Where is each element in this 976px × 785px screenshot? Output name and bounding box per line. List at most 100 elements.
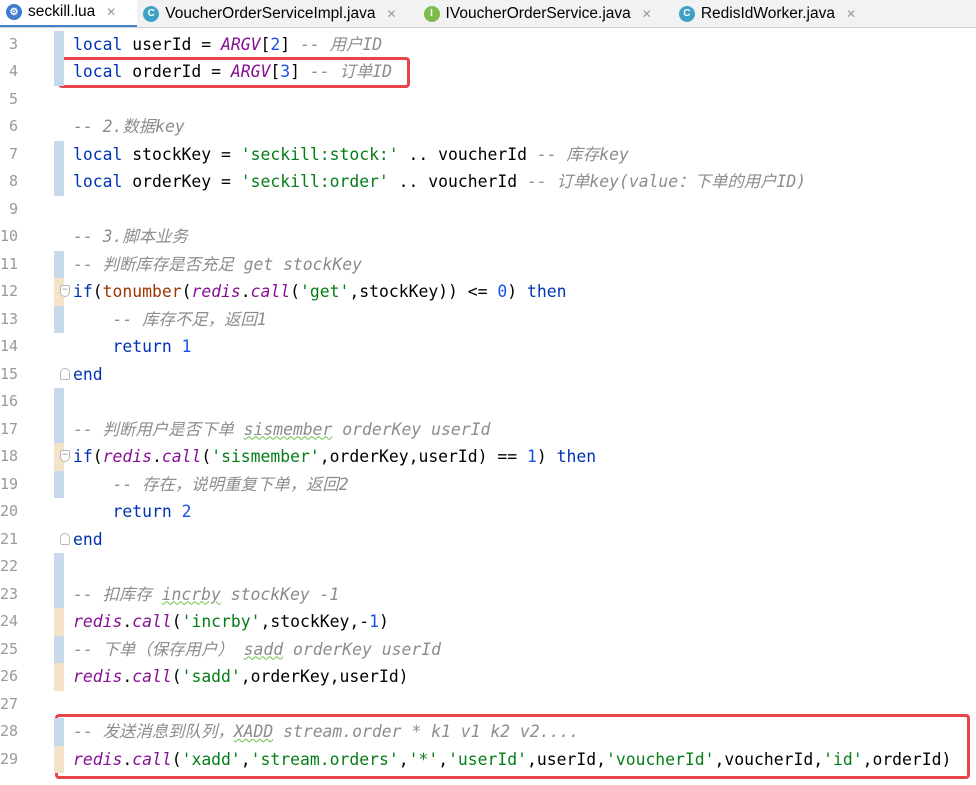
code-line[interactable]: 7 local stockKey = 'seckill:stock:' .. vo… [0, 140, 976, 168]
code-token: orderKey userId [332, 419, 491, 439]
code-line[interactable]: 4 local orderId = ARGV[3] -- 订单ID [0, 58, 976, 86]
close-icon[interactable]: ✕ [846, 7, 856, 21]
code-token: ,stockKey)) <= [349, 282, 498, 301]
code-token: userId = [132, 34, 222, 54]
code-token: 'xadd' [181, 749, 241, 769]
vcs-change-marker[interactable] [54, 635, 64, 663]
vcs-change-marker[interactable] [54, 305, 64, 333]
code-token: local [73, 62, 133, 81]
tab-voucherorderserviceimpl-java[interactable]: C VoucherOrderServiceImpl.java ✕ [137, 0, 417, 27]
code-line[interactable]: 20 return 2 [0, 498, 976, 526]
fold-icon[interactable]: − [60, 285, 70, 297]
close-icon[interactable]: ✕ [642, 7, 652, 21]
code-line[interactable]: 5 [0, 86, 976, 114]
vcs-change-marker[interactable] [54, 58, 64, 86]
code-line[interactable]: 12− if(tonumber(redis.call('get',stockKey… [0, 278, 976, 306]
close-icon[interactable]: ✕ [386, 7, 396, 21]
code-text: redis.call('xadd','stream.orders','*','u… [73, 746, 951, 774]
vcs-change-marker[interactable] [54, 250, 64, 278]
code-line[interactable]: 21 end [0, 526, 976, 554]
code-token: 'incrby' [181, 612, 261, 631]
code-token: -- 用户ID [300, 34, 383, 54]
vcs-change-marker[interactable] [54, 470, 64, 498]
vcs-change-marker[interactable] [54, 415, 64, 443]
code-token: sadd [243, 639, 284, 659]
code-text: end [73, 526, 103, 554]
code-token: -- 扣库存 [73, 584, 162, 604]
line-number: 16 [0, 392, 19, 410]
code-line[interactable]: 18− if(redis.call('sismember',orderKey,us… [0, 443, 976, 471]
code-line[interactable]: 13 -- 库存不足，返回1 [0, 305, 976, 333]
code-line[interactable]: 17 -- 判断用户是否下单 sismember orderKey userId [0, 415, 976, 444]
code-token: ,voucherId, [714, 749, 824, 769]
code-line[interactable]: 24 redis.call('incrby',stockKey,-1) [0, 608, 976, 636]
code-token: 'voucherId' [605, 749, 715, 769]
tab-seckill-lua[interactable]: ⚙ seckill.lua ✕ [0, 0, 138, 27]
code-token: 3 [280, 62, 291, 81]
fold-icon[interactable]: − [60, 450, 70, 462]
code-line[interactable]: 16 [0, 388, 976, 416]
vcs-change-marker[interactable] [54, 608, 64, 636]
fold-icon[interactable] [60, 367, 70, 380]
code-line[interactable]: 23 -- 扣库存 incrby stockKey -1 [0, 580, 976, 608]
line-number: 17 [0, 419, 19, 438]
code-line[interactable]: 11 -- 判断库存是否充足 get stockKey [0, 250, 976, 278]
code-line[interactable]: 9 [0, 196, 976, 224]
vcs-change-marker[interactable] [54, 553, 64, 581]
code-token: 1 [369, 612, 379, 631]
code-token: ,orderId) [862, 749, 952, 769]
code-token: end [73, 364, 103, 384]
line-number: 11 [0, 254, 19, 273]
code-token: -- 2.数据key [73, 117, 185, 136]
code-token: local [73, 34, 133, 54]
tab-ivoucherorderservice-java[interactable]: I IVoucherOrderService.java ✕ [418, 0, 673, 27]
code-token: 1 [527, 447, 537, 466]
code-line[interactable]: 29 redis.call('xadd','stream.orders','*',… [0, 745, 976, 774]
code-line[interactable]: 10 -- 3.脚本业务 [0, 223, 976, 251]
line-number: 14 [0, 337, 19, 355]
code-token: orderKey = [132, 172, 241, 191]
code-token: if [73, 447, 93, 466]
code-token: redis [73, 749, 123, 769]
code-line[interactable]: 22 [0, 553, 976, 581]
code-token: 1 [181, 337, 192, 356]
code-line[interactable]: 26 redis.call('sadd',orderKey,userId) [0, 663, 976, 691]
code-line[interactable]: 14 return 1 [0, 333, 976, 361]
code-text: -- 2.数据key [73, 113, 185, 141]
tab-redisidworker-java[interactable]: C RedisIdWorker.java ✕ [673, 0, 877, 27]
code-token: ) [507, 282, 528, 301]
vcs-change-marker[interactable] [54, 388, 64, 416]
code-line[interactable]: 25 -- 下单（保存用户） sadd orderKey userId [0, 635, 976, 663]
code-token: tonumber [102, 282, 182, 301]
vcs-change-marker[interactable] [54, 168, 64, 196]
vcs-change-marker[interactable] [54, 30, 64, 58]
code-line[interactable]: 15 end [0, 361, 976, 389]
code-line[interactable]: 19 -- 存在，说明重复下单，返回2 [0, 470, 976, 498]
vcs-change-marker[interactable] [54, 580, 64, 608]
close-icon[interactable]: ✕ [106, 5, 116, 19]
code-token: , [438, 749, 449, 769]
code-token: 'sadd' [181, 667, 241, 686]
code-editor[interactable]: 3 local userId = ARGV[2] -- 用户ID 4 local or… [0, 28, 976, 785]
code-token: -- 判断库存是否充足 get stockKey [73, 254, 363, 274]
code-token: ( [171, 667, 182, 686]
code-token: ) [378, 612, 389, 631]
code-line[interactable]: 8 local orderKey = 'seckill:order' .. vou… [0, 168, 976, 196]
code-token: local [73, 172, 133, 191]
vcs-change-marker[interactable] [54, 140, 64, 168]
code-text: local orderKey = 'seckill:order' .. vouc… [73, 168, 806, 196]
code-text: if(redis.call('sismember',orderKey,userI… [73, 443, 596, 471]
code-line[interactable]: 28 -- 发送消息到队列，XADD stream.order * k1 v1 k… [0, 718, 976, 746]
code-token: return [112, 337, 182, 356]
vcs-change-marker[interactable] [54, 718, 64, 746]
code-text: -- 判断用户是否下单 sismember orderKey userId [73, 416, 490, 444]
vcs-change-marker[interactable] [54, 745, 64, 773]
fold-icon[interactable] [60, 532, 70, 545]
vcs-change-marker[interactable] [54, 663, 64, 691]
code-line[interactable]: 3 local userId = ARGV[2] -- 用户ID [0, 30, 976, 58]
code-line[interactable]: 27 [0, 691, 976, 719]
code-line[interactable]: 6 -- 2.数据key [0, 113, 976, 141]
code-token: -- 发送消息到队列， [73, 722, 234, 741]
